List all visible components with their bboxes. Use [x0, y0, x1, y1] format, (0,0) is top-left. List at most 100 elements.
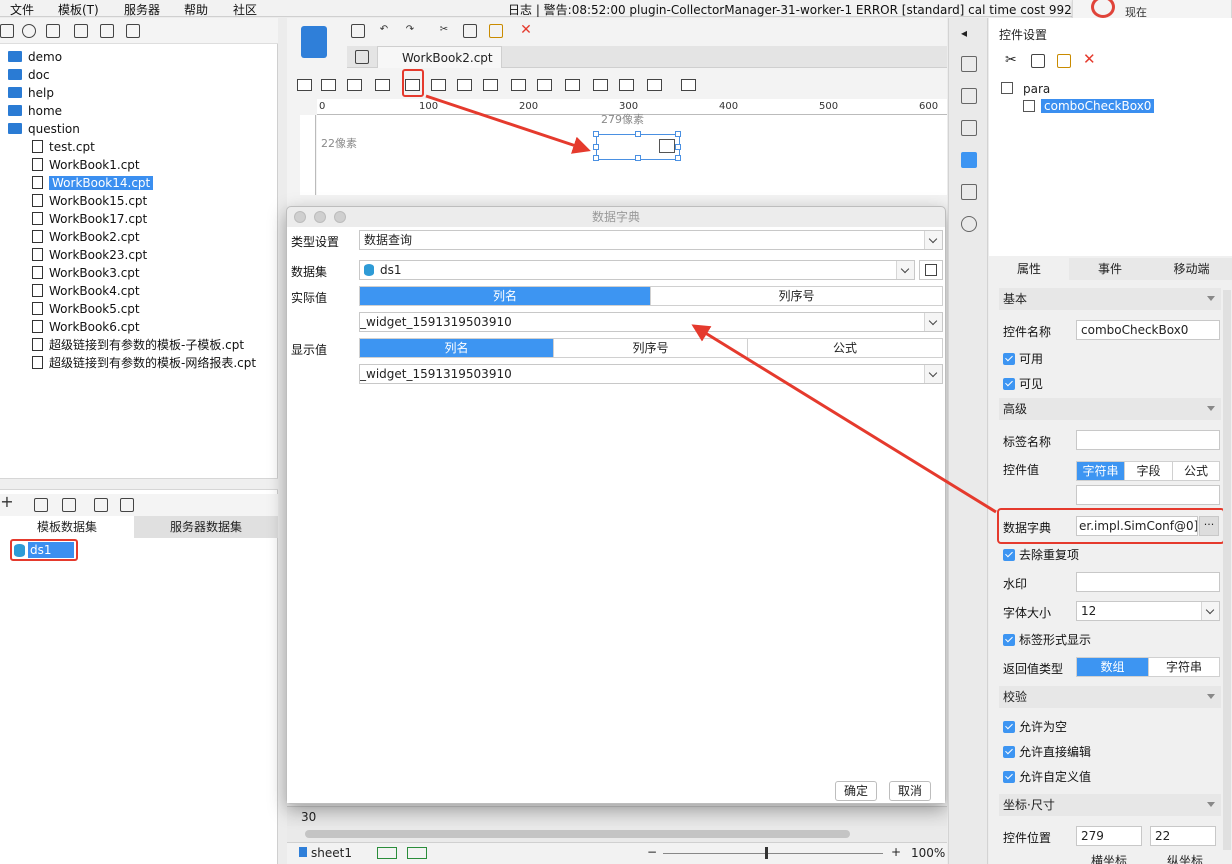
- tab-server-dataset[interactable]: 服务器数据集: [134, 516, 278, 538]
- allow-custom-checkbox[interactable]: 允许自定义值: [1003, 768, 1091, 785]
- folder-question[interactable]: question: [8, 120, 80, 138]
- scroll-thumb[interactable]: [305, 830, 850, 838]
- tab-properties[interactable]: 属性: [989, 258, 1069, 280]
- file-item[interactable]: WorkBook6.cpt: [32, 318, 140, 336]
- panel-divider[interactable]: [0, 478, 278, 490]
- grid-icon[interactable]: [355, 50, 369, 64]
- more-arrow-icon[interactable]: ◂: [961, 26, 977, 42]
- value-formula-tab[interactable]: 公式: [1173, 462, 1219, 480]
- password-widget-icon[interactable]: [593, 79, 608, 91]
- allow-edit-checkbox[interactable]: 允许直接编辑: [1003, 743, 1091, 760]
- file-item[interactable]: WorkBook17.cpt: [32, 210, 147, 228]
- allow-empty-checkbox[interactable]: 允许为空: [1003, 718, 1067, 735]
- folder-demo[interactable]: demo: [8, 48, 62, 66]
- section-position[interactable]: 坐标·尺寸: [999, 794, 1221, 816]
- file-item[interactable]: 超级链接到有参数的模板-子模板.cpt: [32, 336, 244, 354]
- resize-handle[interactable]: [675, 144, 681, 150]
- tree-widget-icon[interactable]: [647, 79, 662, 91]
- label-widget-icon[interactable]: [297, 79, 312, 91]
- add-report-icon[interactable]: [407, 847, 427, 859]
- zoom-out-icon[interactable]: −: [647, 845, 657, 859]
- add-icon[interactable]: +: [0, 494, 14, 510]
- file-item[interactable]: WorkBook15.cpt: [32, 192, 147, 210]
- ok-button[interactable]: 确定: [835, 781, 877, 801]
- dataset-item-ds1[interactable]: ds1: [10, 539, 78, 561]
- section-basic[interactable]: 基本: [999, 288, 1221, 310]
- resize-handle[interactable]: [593, 131, 599, 137]
- paste-icon[interactable]: [1057, 54, 1071, 68]
- resize-handle[interactable]: [635, 155, 641, 161]
- horizontal-scrollbar[interactable]: [287, 826, 947, 842]
- add-sheet-icon[interactable]: [377, 847, 397, 859]
- actual-column-index-tab[interactable]: 列序号: [651, 287, 942, 305]
- section-advanced[interactable]: 高级: [999, 398, 1221, 420]
- paste-icon[interactable]: [489, 24, 503, 38]
- watermark-input[interactable]: [1076, 572, 1220, 592]
- checkbox-group-widget-icon[interactable]: [537, 79, 552, 91]
- sheet-tab[interactable]: sheet1: [311, 846, 352, 860]
- zoom-slider[interactable]: [663, 853, 883, 854]
- redo-icon[interactable]: ↷: [403, 24, 417, 38]
- folder-help[interactable]: help: [8, 84, 54, 102]
- radio-group-widget-icon[interactable]: [511, 79, 526, 91]
- file-item[interactable]: test.cpt: [32, 138, 95, 156]
- tab-template-dataset[interactable]: 模板数据集: [0, 516, 134, 538]
- preview-dataset-button[interactable]: [919, 260, 943, 280]
- dedupe-checkbox[interactable]: 去除重复项: [1003, 546, 1079, 563]
- copy-icon[interactable]: [126, 24, 140, 38]
- zoom-thumb[interactable]: [765, 847, 768, 859]
- float-element-icon[interactable]: [961, 120, 977, 136]
- file-item[interactable]: WorkBook4.cpt: [32, 282, 140, 300]
- font-size-select[interactable]: 12: [1076, 601, 1220, 621]
- value-field-tab[interactable]: 字段: [1125, 462, 1173, 480]
- collapse-icon[interactable]: [0, 24, 14, 38]
- widget-settings-icon[interactable]: [961, 152, 977, 168]
- hyperlink-icon[interactable]: [961, 216, 977, 232]
- tab-events[interactable]: 事件: [1069, 258, 1151, 280]
- cancel-button[interactable]: 取消: [889, 781, 931, 801]
- widget-value-input[interactable]: [1076, 485, 1220, 505]
- actual-column-name-tab[interactable]: 列名: [360, 287, 651, 305]
- tree-child-selected[interactable]: comboCheckBox0: [1041, 99, 1155, 113]
- combo-checkbox-widget[interactable]: [593, 131, 681, 161]
- delete-icon[interactable]: ✕: [519, 23, 533, 38]
- undo-icon[interactable]: ↶: [377, 24, 391, 38]
- display-column-index-tab[interactable]: 列序号: [554, 339, 748, 357]
- display-value-select[interactable]: _widget_1591319503910: [359, 364, 943, 384]
- file-item-selected[interactable]: WorkBook14.cpt: [32, 174, 154, 192]
- menu-help[interactable]: 帮助: [184, 1, 208, 18]
- file-item[interactable]: WorkBook1.cpt: [32, 156, 140, 174]
- open-file-icon[interactable]: [46, 24, 60, 38]
- section-validate[interactable]: 校验: [999, 686, 1221, 708]
- tag-display-checkbox[interactable]: 标签形式显示: [1003, 631, 1091, 648]
- file-item[interactable]: WorkBook5.cpt: [32, 300, 140, 318]
- resize-handle[interactable]: [675, 155, 681, 161]
- folder-doc[interactable]: doc: [8, 66, 50, 84]
- refresh-icon[interactable]: [22, 24, 36, 38]
- menu-server[interactable]: 服务器: [124, 1, 160, 18]
- tree-root[interactable]: para: [1023, 82, 1050, 96]
- tab-workbook2[interactable]: WorkBook2.cpt: [377, 46, 502, 68]
- cut-icon[interactable]: ✂: [437, 24, 451, 38]
- file-item[interactable]: 超级链接到有参数的模板-网络报表.cpt: [32, 354, 256, 372]
- save-icon[interactable]: [351, 24, 365, 38]
- cell-attr-icon[interactable]: [961, 56, 977, 72]
- delete-icon[interactable]: [62, 498, 76, 512]
- delete-icon[interactable]: [100, 24, 114, 38]
- copy-icon[interactable]: [463, 24, 477, 38]
- widget-name-input[interactable]: comboCheckBox0: [1076, 320, 1220, 340]
- visible-checkbox[interactable]: 可见: [1003, 375, 1043, 392]
- delete-icon[interactable]: ✕: [1083, 50, 1096, 68]
- copy-icon[interactable]: [1031, 54, 1045, 68]
- cell-element-icon[interactable]: [961, 88, 977, 104]
- cut-icon[interactable]: ✂: [1005, 52, 1017, 68]
- textarea-widget-icon[interactable]: [483, 79, 498, 91]
- dataset-settings-icon[interactable]: [120, 498, 134, 512]
- text-field-widget-icon[interactable]: [565, 79, 580, 91]
- file-item[interactable]: WorkBook23.cpt: [32, 246, 147, 264]
- folder-home[interactable]: home: [8, 102, 62, 120]
- data-dictionary-value[interactable]: er.impl.SimConf@0]]: [1076, 516, 1198, 536]
- dataset-select[interactable]: ds1: [359, 260, 915, 280]
- checkbox-widget-icon[interactable]: [619, 79, 634, 91]
- value-string-tab[interactable]: 字符串: [1077, 462, 1125, 480]
